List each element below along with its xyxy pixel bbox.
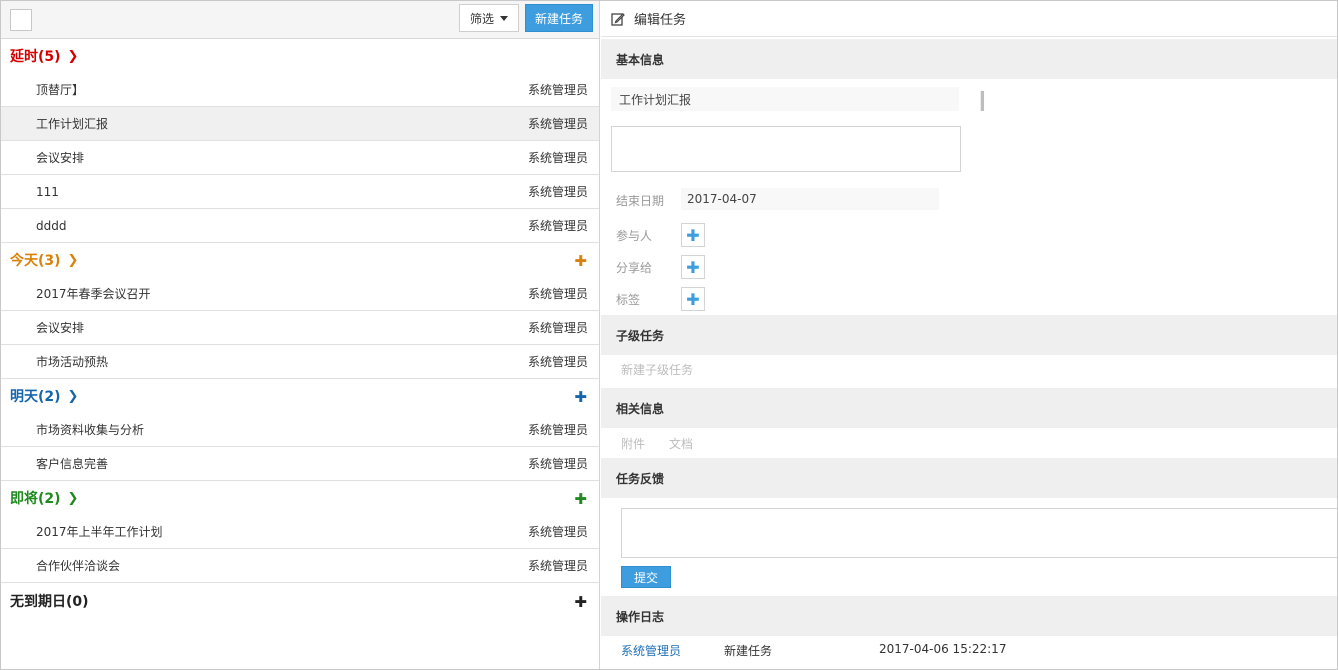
- filter-dropdown[interactable]: 筛选: [459, 4, 519, 32]
- task-title-input[interactable]: 工作计划汇报: [611, 87, 959, 111]
- new-subtask-input[interactable]: 新建子级任务: [621, 361, 693, 378]
- task-row[interactable]: 111 系统管理员: [1, 175, 599, 209]
- group-header-tomorrow[interactable]: 明天(2) ❯ ✚: [1, 379, 599, 413]
- plus-icon: ✚: [686, 289, 700, 309]
- task-owner: 系统管理员: [527, 457, 588, 471]
- section-operation-log: 操作日志: [601, 596, 1337, 636]
- section-subtasks: 子级任务: [601, 315, 1337, 355]
- add-upcoming-task-icon[interactable]: ✚: [574, 490, 587, 508]
- task-description-textarea[interactable]: [611, 126, 961, 172]
- chevron-right-icon: ❯: [67, 252, 79, 268]
- group-title: 明天(2): [10, 389, 61, 405]
- submit-feedback-button[interactable]: 提交: [621, 566, 671, 588]
- select-all-checkbox[interactable]: [10, 9, 32, 31]
- task-title: 工作计划汇报: [36, 117, 109, 131]
- section-basic-info: 基本信息: [601, 39, 1337, 79]
- task-owner: 系统管理员: [527, 83, 588, 97]
- edit-icon: [611, 12, 625, 26]
- tags-label: 标签: [616, 293, 641, 307]
- caret-down-icon: [500, 15, 508, 21]
- filter-label: 筛选: [469, 11, 494, 26]
- group-header-upcoming[interactable]: 即将(2) ❯ ✚: [1, 481, 599, 515]
- plus-icon: ✚: [686, 225, 700, 245]
- task-owner: 系统管理员: [527, 525, 588, 539]
- task-title: 2017年春季会议召开: [36, 287, 151, 301]
- task-row[interactable]: 顶替厅】 系统管理员: [1, 73, 599, 107]
- editor-title: 编辑任务: [634, 13, 687, 28]
- task-row[interactable]: 合作伙伴洽谈会 系统管理员: [1, 549, 599, 583]
- participants-label: 参与人: [616, 229, 653, 243]
- task-row[interactable]: 客户信息完善 系统管理员: [1, 447, 599, 481]
- add-no-due-task-icon[interactable]: ✚: [574, 593, 587, 611]
- task-row[interactable]: 2017年上半年工作计划 系统管理员: [1, 515, 599, 549]
- task-owner: 系统管理员: [527, 185, 588, 199]
- feedback-textarea[interactable]: [621, 508, 1337, 558]
- task-owner: 系统管理员: [527, 423, 588, 437]
- end-date-label: 结束日期: [616, 194, 665, 208]
- log-action: 新建任务: [724, 644, 773, 658]
- group-header-today[interactable]: 今天(3) ❯ ✚: [1, 243, 599, 277]
- task-title: 市场资料收集与分析: [36, 423, 145, 437]
- task-title: 合作伙伴洽谈会: [36, 559, 121, 573]
- task-list-panel: 筛选 新建任务 延时(5) ❯ 顶替厅】 系统管理员 工作计划汇报 系统管理员 …: [1, 1, 600, 669]
- chevron-right-icon: ❯: [67, 388, 79, 404]
- attachment-link[interactable]: 附件: [621, 435, 645, 452]
- task-owner: 系统管理员: [527, 321, 588, 335]
- task-owner: 系统管理员: [527, 355, 588, 369]
- task-row[interactable]: 市场资料收集与分析 系统管理员: [1, 413, 599, 447]
- task-row[interactable]: 2017年春季会议召开 系统管理员: [1, 277, 599, 311]
- app-frame: 筛选 新建任务 延时(5) ❯ 顶替厅】 系统管理员 工作计划汇报 系统管理员 …: [0, 0, 1338, 670]
- chevron-right-icon: ❯: [67, 490, 79, 506]
- task-row-selected[interactable]: 工作计划汇报 系统管理员: [1, 107, 599, 141]
- add-today-task-icon[interactable]: ✚: [574, 252, 587, 270]
- section-feedback: 任务反馈: [601, 458, 1337, 498]
- task-title: 客户信息完善: [36, 457, 109, 471]
- log-user-link[interactable]: 系统管理员: [621, 642, 681, 659]
- task-title: 会议安排: [36, 151, 85, 165]
- section-related-info: 相关信息: [601, 388, 1337, 428]
- add-tag-button[interactable]: ✚: [681, 287, 705, 311]
- add-tomorrow-task-icon[interactable]: ✚: [574, 388, 587, 406]
- group-title: 今天(3): [10, 253, 61, 269]
- group-title: 即将(2): [10, 491, 61, 507]
- task-owner: 系统管理员: [527, 151, 588, 165]
- task-row[interactable]: 会议安排 系统管理员: [1, 141, 599, 175]
- add-share-button[interactable]: ✚: [681, 255, 705, 279]
- editor-header: 编辑任务: [601, 1, 1337, 37]
- document-link[interactable]: 文档: [669, 435, 693, 452]
- group-title: 无到期日(0): [10, 594, 89, 610]
- task-owner: 系统管理员: [527, 559, 588, 573]
- chevron-right-icon: ❯: [67, 48, 79, 64]
- task-editor-panel: 编辑任务 基本信息 工作计划汇报 ❙ 结束日期 2017-04-07 参与人 ✚…: [601, 1, 1337, 669]
- task-owner: 系统管理员: [527, 219, 588, 233]
- task-owner: 系统管理员: [527, 117, 588, 131]
- task-title: 顶替厅】: [36, 83, 85, 97]
- new-task-button[interactable]: 新建任务: [525, 4, 593, 32]
- task-owner: 系统管理员: [527, 287, 588, 301]
- task-title: 会议安排: [36, 321, 85, 335]
- list-toolbar: 筛选 新建任务: [1, 1, 599, 39]
- group-header-overdue[interactable]: 延时(5) ❯: [1, 39, 599, 73]
- group-title: 延时(5): [10, 49, 61, 65]
- task-row[interactable]: 市场活动预热 系统管理员: [1, 345, 599, 379]
- log-time: 2017-04-06 15:22:17: [879, 642, 1007, 656]
- plus-icon: ✚: [686, 257, 700, 277]
- share-label: 分享给: [616, 261, 653, 275]
- task-title: 111: [36, 184, 59, 199]
- task-title: 2017年上半年工作计划: [36, 525, 163, 539]
- end-date-input[interactable]: 2017-04-07: [681, 188, 939, 210]
- group-header-no-due-date[interactable]: 无到期日(0) ✚: [1, 583, 599, 619]
- add-participant-button[interactable]: ✚: [681, 223, 705, 247]
- priority-icon[interactable]: ❙: [974, 87, 991, 111]
- task-row[interactable]: 会议安排 系统管理员: [1, 311, 599, 345]
- task-row[interactable]: dddd 系统管理员: [1, 209, 599, 243]
- task-title: 市场活动预热: [36, 355, 109, 369]
- task-title: dddd: [36, 218, 67, 233]
